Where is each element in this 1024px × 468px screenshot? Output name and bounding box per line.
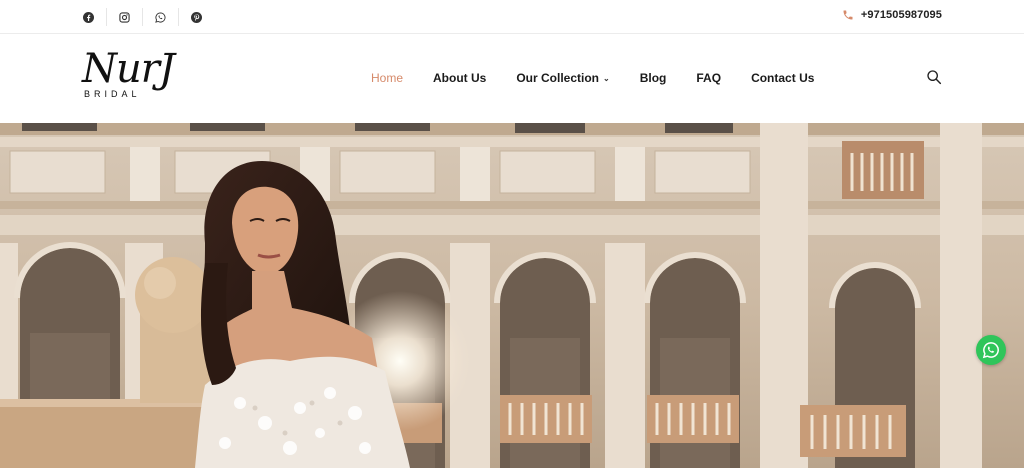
phone-number: +971505987095 — [860, 9, 942, 21]
logo-subtitle: BRIDAL — [84, 89, 141, 99]
facebook-icon — [82, 11, 94, 23]
phone-icon — [843, 10, 853, 20]
hero-image — [0, 123, 1024, 468]
pinterest-link[interactable] — [178, 0, 214, 34]
phone-link[interactable]: +971505987095 — [842, 0, 942, 30]
search-button[interactable] — [926, 69, 944, 87]
pinterest-icon — [190, 11, 202, 23]
nav-our-collection[interactable]: Our Collection ⌄ — [516, 71, 609, 85]
main-nav: Home About Us Our Collection ⌄ Blog FAQ C… — [371, 35, 844, 121]
chevron-down-icon: ⌄ — [603, 74, 610, 83]
site-header: NurJ BRIDAL Home About Us Our Collection… — [0, 35, 1024, 123]
whatsapp-icon — [982, 342, 999, 359]
nav-home[interactable]: Home — [371, 71, 403, 85]
hero-banner — [0, 123, 1024, 468]
nav-blog[interactable]: Blog — [640, 71, 667, 85]
logo-script: NurJ — [82, 46, 175, 92]
search-icon — [927, 70, 942, 85]
logo[interactable]: NurJ BRIDAL — [82, 46, 222, 104]
top-bar: +971505987095 — [0, 0, 1024, 34]
nav-about-us[interactable]: About Us — [433, 71, 486, 85]
whatsapp-float-button[interactable] — [976, 335, 1006, 365]
nav-contact-us[interactable]: Contact Us — [751, 71, 814, 85]
whatsapp-link[interactable] — [142, 0, 178, 34]
whatsapp-icon — [154, 11, 165, 23]
nav-faq[interactable]: FAQ — [696, 71, 721, 85]
instagram-icon — [118, 11, 130, 23]
social-links — [70, 0, 214, 34]
instagram-link[interactable] — [106, 0, 142, 34]
nav-our-collection-label: Our Collection — [516, 71, 600, 85]
facebook-link[interactable] — [70, 0, 106, 34]
